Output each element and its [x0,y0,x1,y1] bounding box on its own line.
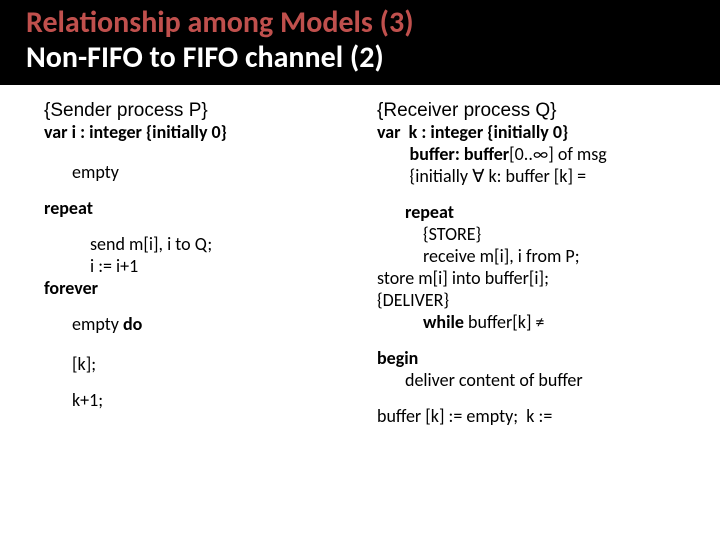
sender-header: {Sender process P} [44,99,369,122]
sender-bracket-k: [k]; [44,354,369,376]
receiver-decl3: {initially ∀ k: buffer [k] = [377,166,702,188]
receiver-receive: receive m[i], i from P; [377,246,702,268]
receiver-begin1: deliver content of buffer [377,370,702,392]
sender-column: {Sender process P} var i : integer {init… [44,99,369,428]
receiver-deliver: {DELIVER} [377,290,702,312]
receiver-while: while buffer[k] ≠ [377,312,702,334]
receiver-store: {STORE} [377,224,702,246]
title-line-2: Non-FIFO to FIFO channel (2) [26,41,694,76]
sender-empty: empty [44,162,369,184]
receiver-decl2: buffer: buffer[0..∞] of msg [377,144,702,166]
title-line-1: Relationship among Models (3) [26,6,694,41]
sender-kplus: k+1; [44,390,369,412]
sender-forever: forever [44,278,369,300]
receiver-header: {Receiver process Q} [377,99,702,122]
receiver-column: {Receiver process Q} var k : integer {in… [377,99,702,428]
sender-empty-do: empty do [44,314,369,336]
receiver-decl1: var k : integer {initially 0} [377,122,702,144]
receiver-repeat: repeat [377,202,702,224]
sender-decl: var i : integer {initially 0} [44,122,369,144]
title-band: Relationship among Models (3) Non-FIFO t… [0,0,720,85]
receiver-storebuf: store m[i] into buffer[i]; [377,268,702,290]
sender-incr: i := i+1 [44,256,369,278]
slide: Relationship among Models (3) Non-FIFO t… [0,0,720,540]
sender-repeat: repeat [44,198,369,220]
body-columns: {Sender process P} var i : integer {init… [0,85,720,428]
receiver-begin: begin [377,348,702,370]
receiver-last: buffer [k] := empty; k := [377,406,702,428]
sender-send: send m[i], i to Q; [44,234,369,256]
